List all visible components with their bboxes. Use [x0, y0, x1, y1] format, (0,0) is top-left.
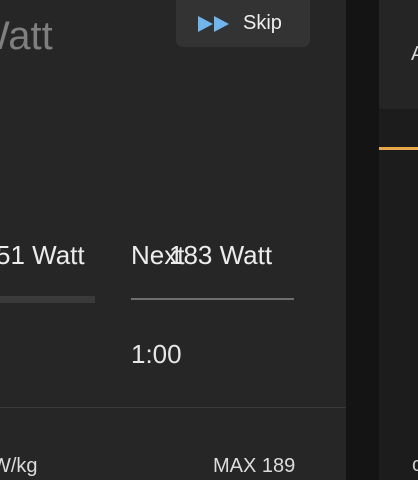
right-panel-header: A: [379, 0, 418, 109]
skip-button[interactable]: Skip: [176, 0, 310, 47]
current-interval-value: 51 Watt: [0, 240, 85, 270]
footer-divider: [0, 407, 346, 408]
next-interval-value: 183 Watt: [169, 240, 273, 270]
current-interval-bar: [0, 296, 95, 303]
panel-gutter: [346, 0, 379, 480]
wkg-label: W/kg: [0, 455, 38, 477]
hand-icon: ✋: [410, 268, 418, 303]
right-panel-title: A: [411, 43, 418, 65]
max-power-label: MAX 189: [213, 455, 296, 477]
skip-label: Skip: [243, 12, 282, 34]
right-panel-footer-text: c: [412, 454, 418, 476]
interval-title: Watt: [0, 14, 53, 58]
right-panel-accent-bar: [379, 147, 418, 150]
workout-view: Watt Skip 51 Watt Next 183 Watt 1:00 W/k…: [0, 0, 418, 480]
fast-forward-icon: [198, 15, 229, 32]
next-interval-duration: 1:00: [131, 339, 182, 369]
main-panel: Watt Skip 51 Watt Next 183 Watt 1:00 W/k…: [0, 0, 346, 480]
right-panel: A ✋ c: [379, 0, 418, 480]
next-interval-underline: [131, 298, 294, 300]
